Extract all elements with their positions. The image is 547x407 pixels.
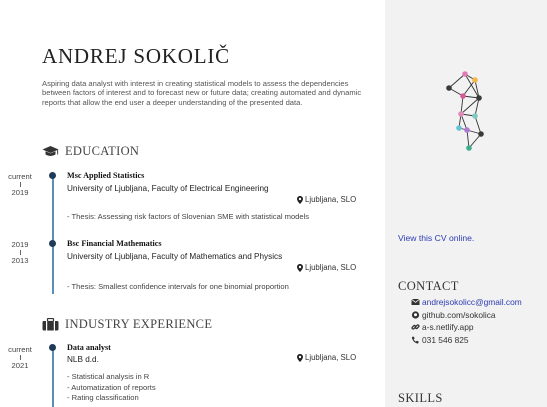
date-end: 2019 (11, 240, 29, 249)
education-title: EDUCATION (65, 144, 140, 158)
location-text: Ljubljana, SLO (305, 353, 357, 362)
entry-location: Ljubljana, SLO (297, 353, 356, 362)
entry-location: Ljubljana, SLO (297, 263, 356, 272)
date-end: current (8, 172, 32, 181)
graduation-cap-icon (42, 145, 59, 158)
github-text[interactable]: github.com/sokolica (422, 309, 496, 322)
date-start: 2013 (11, 256, 29, 265)
timeline-dot (49, 172, 56, 179)
contact-list: andrejsokolicc@gmail.com github.com/soko… (411, 296, 522, 346)
education-timeline (52, 174, 54, 294)
entry-detail: - Thesis: Assessing risk factors of Slov… (67, 212, 310, 221)
entry-org: University of Ljubljana, Faculty of Math… (67, 252, 283, 261)
skills-heading: SKILLS (398, 391, 443, 405)
date-end: current (8, 345, 32, 354)
phone-icon (411, 336, 419, 344)
intro-text: Aspiring data analyst with interest in c… (42, 79, 362, 107)
main-column: ANDREJ SOKOLIČ Aspiring data analyst wit… (0, 0, 385, 407)
website-text[interactable]: a-s.netlify.app (422, 321, 474, 334)
map-marker-icon (297, 263, 303, 272)
date-separator (19, 355, 21, 360)
date-start: 2019 (11, 188, 29, 197)
contact-heading: CONTACT (398, 279, 459, 293)
location-text: Ljubljana, SLO (305, 195, 357, 204)
location-text: Ljubljana, SLO (305, 263, 357, 272)
entry-title: Data analyst (67, 343, 111, 352)
map-marker-icon (297, 195, 303, 204)
date-separator (19, 250, 21, 255)
entry-dates: 2019 2013 (0, 240, 40, 265)
entry-dates: current 2019 (0, 172, 40, 197)
phone-text[interactable]: 031 546 825 (422, 334, 469, 347)
entry-org: NLB d.d. (67, 355, 99, 364)
view-online-link[interactable]: View this CV online. (398, 233, 474, 243)
timeline-dot (49, 240, 56, 247)
experience-heading: INDUSTRY EXPERIENCE (42, 317, 212, 332)
entry-org: University of Ljubljana, Faculty of Elec… (67, 184, 269, 193)
entry-title: Msc Applied Statistics (67, 171, 145, 180)
contact-email[interactable]: andrejsokolicc@gmail.com (411, 296, 522, 309)
experience-title: INDUSTRY EXPERIENCE (65, 317, 213, 331)
entry-title: Bsc Financial Mathematics (67, 239, 162, 248)
envelope-icon (411, 299, 420, 306)
entry-detail: - Thesis: Smallest confidence intervals … (67, 282, 289, 291)
map-marker-icon (297, 353, 303, 362)
email-link[interactable]: andrejsokolicc@gmail.com (422, 296, 522, 309)
contact-github[interactable]: github.com/sokolica (411, 309, 522, 322)
entry-details: - Statistical analysis in R - Automatiza… (67, 372, 156, 404)
contact-website[interactable]: a-s.netlify.app (411, 321, 522, 334)
entry-dates: current 2021 (0, 345, 40, 370)
detail-item: - Statistical analysis in R (67, 372, 150, 381)
page-title: ANDREJ SOKOLIČ (42, 44, 230, 68)
timeline-dot (49, 344, 56, 351)
education-heading: EDUCATION (42, 144, 139, 159)
contact-phone[interactable]: 031 546 825 (411, 334, 522, 347)
experience-timeline (52, 346, 54, 407)
date-start: 2021 (11, 361, 29, 370)
link-icon (411, 324, 420, 330)
date-separator (19, 182, 21, 187)
briefcase-icon (42, 317, 59, 331)
network-logo (446, 71, 484, 151)
github-icon (411, 311, 420, 319)
entry-location: Ljubljana, SLO (297, 195, 356, 204)
detail-item: - Rating classification (67, 393, 139, 402)
detail-item: - Automatization of reports (67, 382, 156, 392)
